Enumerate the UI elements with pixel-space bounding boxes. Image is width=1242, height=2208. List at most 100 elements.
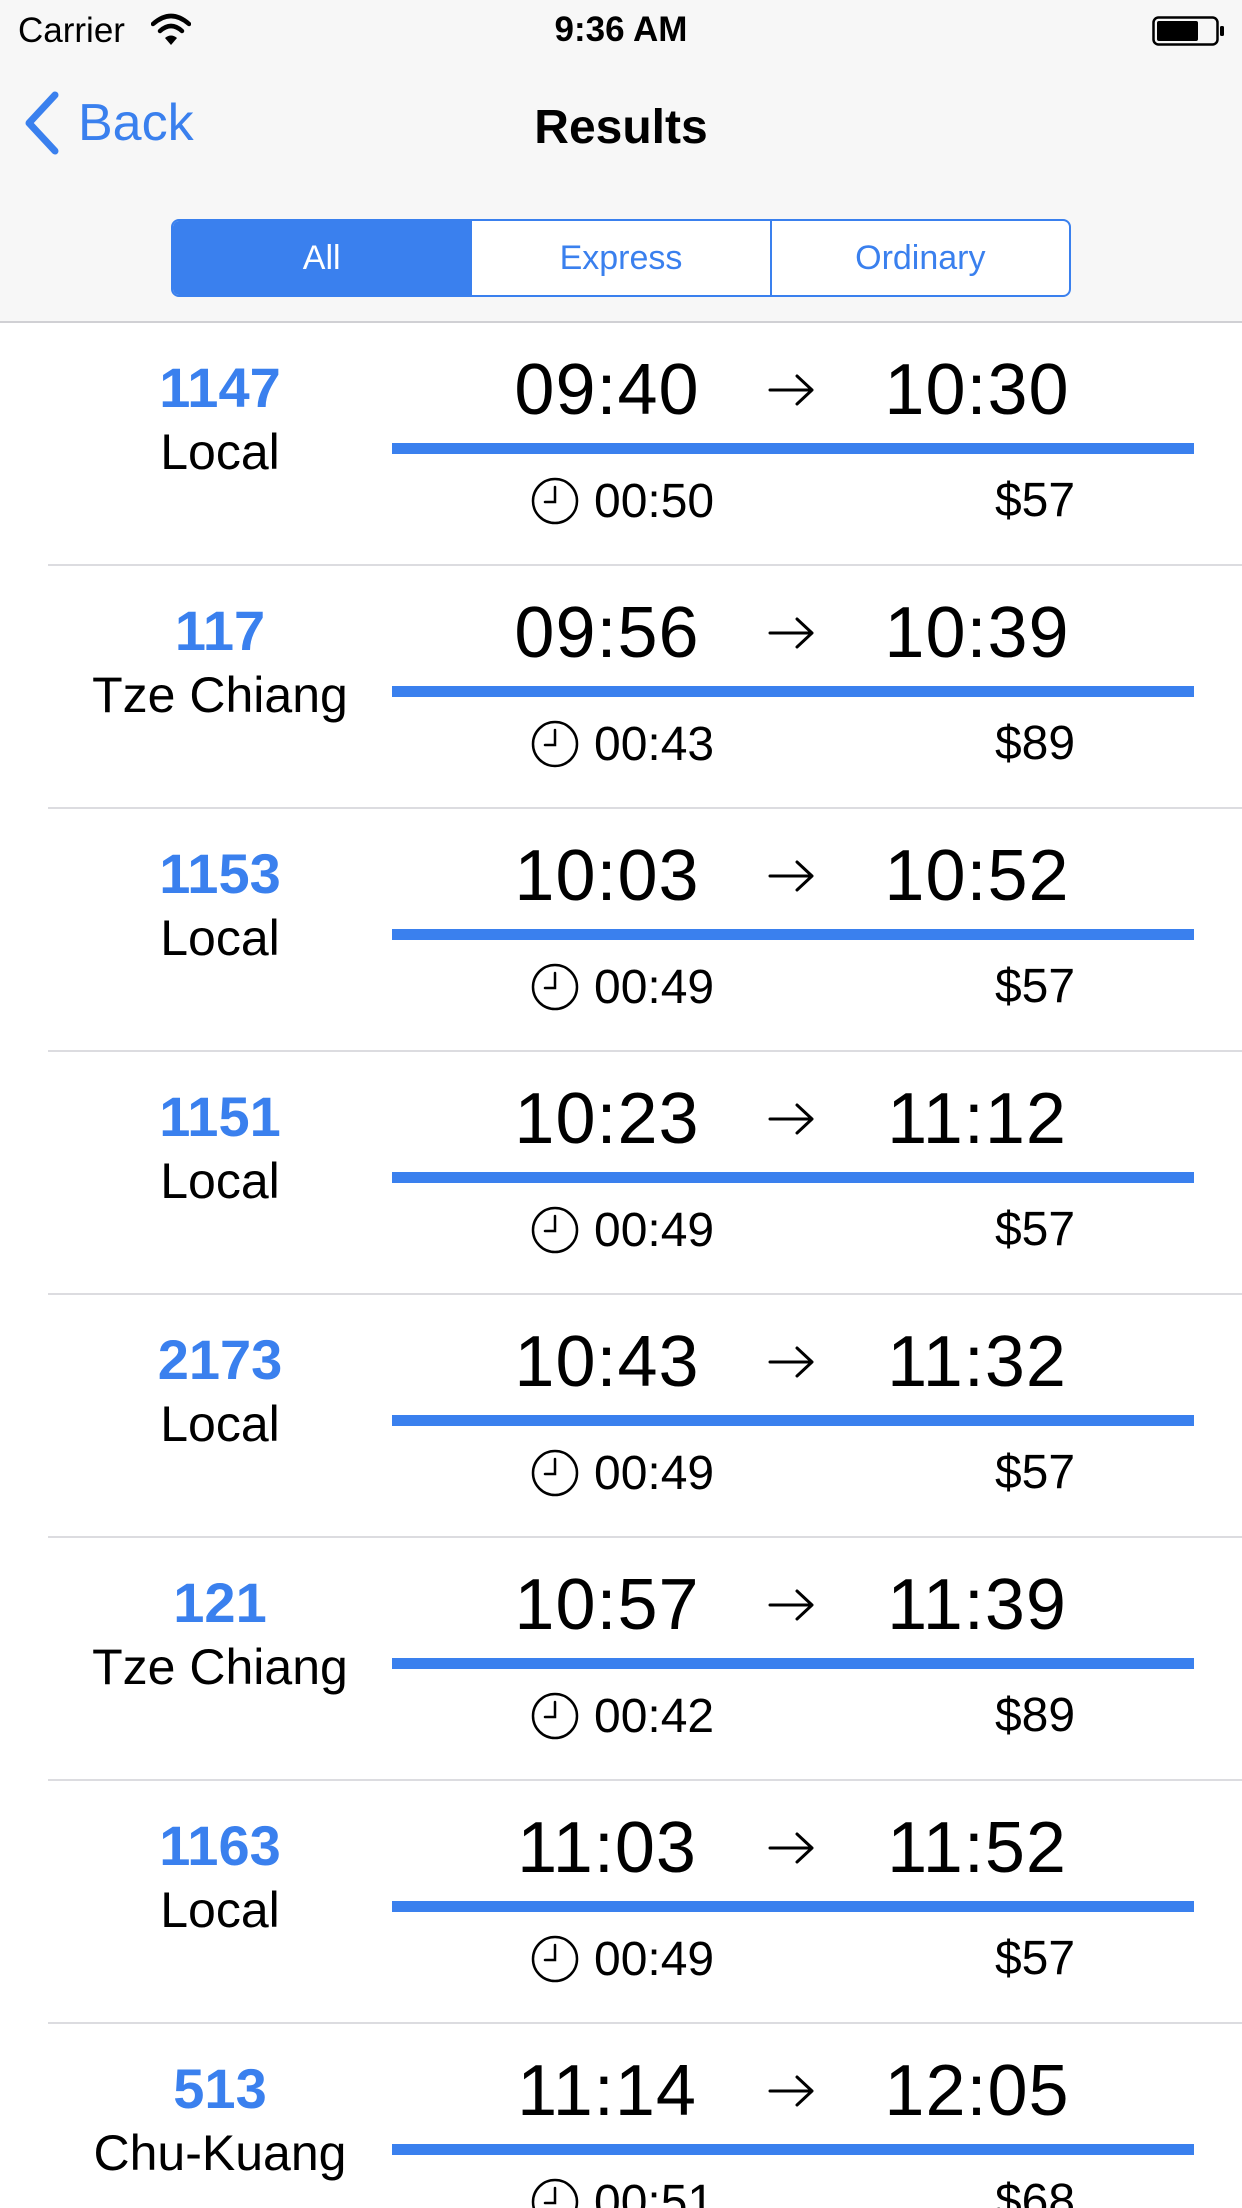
duration: 00:42	[530, 1686, 714, 1746]
departure-time: 11:14	[517, 2051, 697, 2131]
clock-icon	[531, 477, 579, 525]
page-title: Results	[534, 101, 708, 154]
clock-icon	[531, 963, 579, 1011]
departure-time: 11:03	[517, 1808, 697, 1888]
fare-price: $89	[994, 1689, 1076, 1742]
duration: 00:49	[530, 1200, 714, 1260]
train-number: 2173	[157, 1328, 283, 1391]
duration: 00:43	[530, 714, 714, 774]
results-list[interactable]: 1147 Local 09:40 10:30 00:50 $57 117 Tze…	[0, 323, 1242, 2208]
train-row[interactable]: 2173 Local 10:43 11:32 00:49 $57	[0, 1295, 1242, 1538]
train-info: 2173 Local	[70, 1327, 370, 1455]
time-range: 10:23 11:12	[392, 1074, 1192, 1164]
arrow-right-icon	[768, 860, 814, 892]
train-type: Local	[160, 424, 280, 480]
duration: 00:49	[530, 957, 714, 1017]
departure-time: 10:03	[514, 836, 700, 916]
journey-bar	[392, 1658, 1194, 1669]
arrow-right-icon	[768, 1103, 814, 1135]
departure-time: 09:56	[514, 593, 700, 673]
duration-text: 00:50	[594, 474, 715, 528]
train-row[interactable]: 1151 Local 10:23 11:12 00:49 $57	[0, 1052, 1242, 1295]
fare-price: $57	[994, 1932, 1076, 1985]
duration-text: 00:49	[594, 1446, 715, 1500]
time-range: 11:14 12:05	[392, 2046, 1192, 2136]
arrival-time: 11:39	[887, 1565, 1067, 1645]
train-number: 1163	[159, 1814, 281, 1877]
arrival-time: 10:30	[884, 350, 1070, 430]
journey-bar	[392, 2144, 1194, 2155]
journey-bar	[392, 1172, 1194, 1183]
train-info: 1153 Local	[70, 841, 370, 969]
navigation-bar: Back Results	[0, 60, 1242, 190]
time-range: 09:56 10:39	[392, 588, 1192, 678]
departure-time: 10:43	[514, 1322, 700, 1402]
arrow-right-icon	[768, 1589, 814, 1621]
train-info: 1163 Local	[70, 1813, 370, 1941]
journey-bar	[392, 929, 1194, 940]
arrival-time: 10:52	[884, 836, 1070, 916]
time-range: 11:03 11:52	[392, 1803, 1192, 1893]
clock-icon	[531, 1206, 579, 1254]
clock-icon	[531, 1935, 579, 1983]
segment-all[interactable]: All	[173, 221, 471, 295]
arrival-time: 11:32	[887, 1322, 1067, 1402]
train-info: 1151 Local	[70, 1084, 370, 1212]
arrow-right-icon	[768, 617, 814, 649]
clock-icon	[531, 720, 579, 768]
time-range: 10:03 10:52	[392, 831, 1192, 921]
train-number: 117	[174, 599, 266, 662]
duration-text: 00:51	[594, 2175, 715, 2208]
train-row[interactable]: 121 Tze Chiang 10:57 11:39 00:42 $89	[0, 1538, 1242, 1781]
arrow-right-icon	[768, 1346, 814, 1378]
time-range: 10:57 11:39	[392, 1560, 1192, 1650]
train-row[interactable]: 1153 Local 10:03 10:52 00:49 $57	[0, 809, 1242, 1052]
arrow-right-icon	[768, 1832, 814, 1864]
departure-time: 10:57	[514, 1565, 700, 1645]
time-range: 09:40 10:30	[392, 345, 1192, 435]
clock-icon	[531, 1692, 579, 1740]
train-type: Chu-Kuang	[93, 2125, 347, 2181]
arrival-time: 11:12	[887, 1079, 1067, 1159]
train-number: 121	[173, 1571, 267, 1634]
journey-bar	[392, 443, 1194, 454]
train-number: 513	[173, 2057, 267, 2120]
train-type: Local	[160, 1396, 280, 1452]
train-row[interactable]: 1163 Local 11:03 11:52 00:49 $57	[0, 1781, 1242, 2024]
arrival-time: 11:52	[887, 1808, 1067, 1888]
journey-bar	[392, 1901, 1194, 1912]
fare-price: $57	[994, 960, 1076, 1013]
duration-text: 00:49	[594, 960, 715, 1014]
train-type: Tze Chiang	[92, 667, 348, 723]
segment-express[interactable]: Express	[470, 221, 769, 295]
train-row[interactable]: 513 Chu-Kuang 11:14 12:05 00:51 $68	[0, 2024, 1242, 2208]
fare-price: $57	[994, 1446, 1076, 1499]
arrival-time: 10:39	[884, 593, 1070, 673]
clock-icon	[531, 1449, 579, 1497]
segment-ordinary[interactable]: Ordinary	[769, 221, 1069, 295]
train-number: 1151	[159, 1085, 281, 1148]
status-bar: Carrier 9:36 AM	[0, 0, 1242, 60]
departure-time: 09:40	[514, 350, 700, 430]
journey-bar	[392, 1415, 1194, 1426]
filter-segmented-control: All Express Ordinary	[171, 219, 1071, 297]
duration-text: 00:43	[594, 717, 715, 771]
duration: 00:51	[530, 2172, 714, 2208]
clock-icon	[531, 2178, 579, 2208]
train-type: Tze Chiang	[92, 1639, 348, 1695]
duration: 00:49	[530, 1443, 714, 1503]
train-info: 117 Tze Chiang	[70, 598, 370, 726]
status-time: 9:36 AM	[554, 10, 688, 49]
train-type: Local	[160, 910, 280, 966]
fare-price: $89	[994, 717, 1076, 770]
train-row[interactable]: 1147 Local 09:40 10:30 00:50 $57	[0, 323, 1242, 566]
journey-bar	[392, 686, 1194, 697]
departure-time: 10:23	[514, 1079, 700, 1159]
duration: 00:50	[530, 471, 714, 531]
train-row[interactable]: 117 Tze Chiang 09:56 10:39 00:43 $89	[0, 566, 1242, 809]
time-range: 10:43 11:32	[392, 1317, 1192, 1407]
arrow-right-icon	[768, 2075, 814, 2107]
train-type: Local	[160, 1882, 280, 1938]
battery-icon	[1152, 16, 1224, 46]
duration: 00:49	[530, 1929, 714, 1989]
